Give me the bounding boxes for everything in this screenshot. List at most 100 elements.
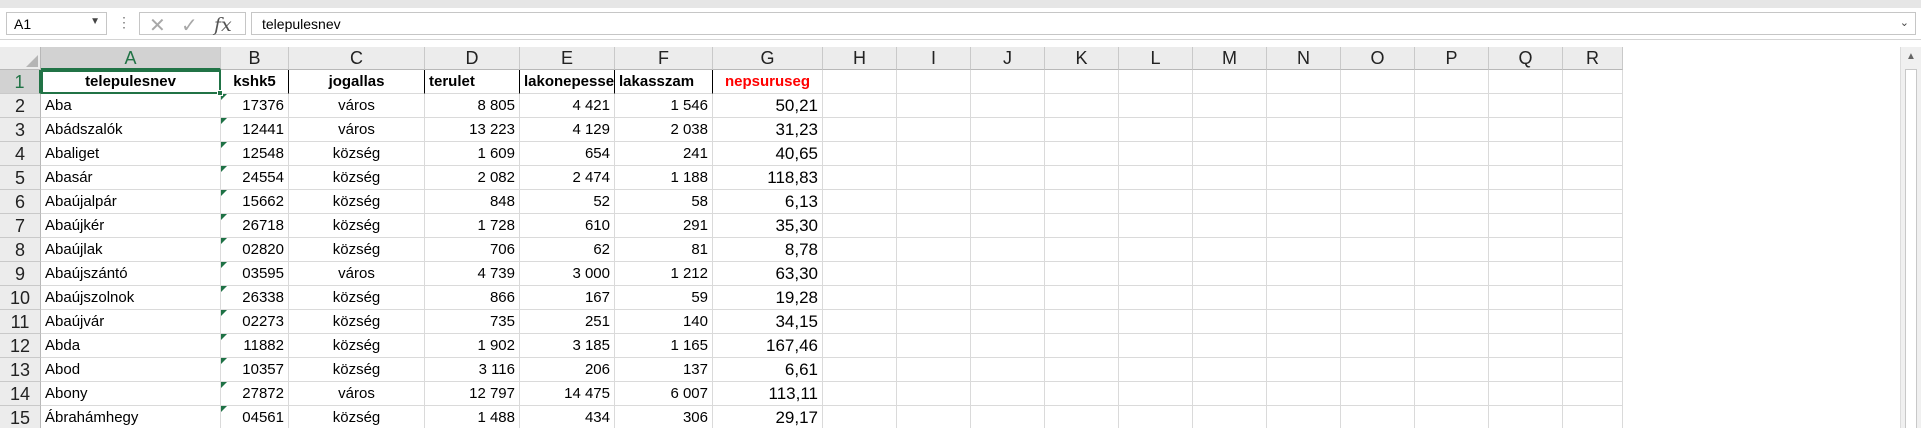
cell-o14[interactable] [1341, 382, 1415, 406]
fill-handle[interactable] [217, 90, 223, 96]
cell-h10[interactable] [823, 286, 897, 310]
row-header-12[interactable]: 12 [0, 334, 41, 358]
cell-i5[interactable] [897, 166, 971, 190]
cell-b6[interactable]: 15662 [221, 190, 289, 214]
cell-k6[interactable] [1045, 190, 1119, 214]
name-box[interactable]: A1 ▼ [6, 12, 107, 35]
cell-e14[interactable]: 14 475 [520, 382, 615, 406]
cell-a1[interactable]: telepulesnev [41, 70, 221, 94]
cell-b14[interactable]: 27872 [221, 382, 289, 406]
cell-e10[interactable]: 167 [520, 286, 615, 310]
cell-h7[interactable] [823, 214, 897, 238]
cell-h3[interactable] [823, 118, 897, 142]
cell-n15[interactable] [1267, 406, 1341, 428]
column-header-l[interactable]: L [1119, 47, 1193, 70]
cell-k3[interactable] [1045, 118, 1119, 142]
cell-i8[interactable] [897, 238, 971, 262]
cell-d7[interactable]: 1 728 [425, 214, 520, 238]
scroll-up-arrow-icon[interactable]: ▲ [1906, 51, 1916, 62]
cell-b12[interactable]: 11882 [221, 334, 289, 358]
column-header-m[interactable]: M [1193, 47, 1267, 70]
cell-p3[interactable] [1415, 118, 1489, 142]
cell-d15[interactable]: 1 488 [425, 406, 520, 428]
cell-l5[interactable] [1119, 166, 1193, 190]
cell-r9[interactable] [1563, 262, 1623, 286]
cell-m5[interactable] [1193, 166, 1267, 190]
cell-l14[interactable] [1119, 382, 1193, 406]
cell-e3[interactable]: 4 129 [520, 118, 615, 142]
cell-f14[interactable]: 6 007 [615, 382, 713, 406]
cell-a4[interactable]: Abaliget [41, 142, 221, 166]
cell-a3[interactable]: Abádszalók [41, 118, 221, 142]
cell-r3[interactable] [1563, 118, 1623, 142]
cell-m4[interactable] [1193, 142, 1267, 166]
cell-h11[interactable] [823, 310, 897, 334]
cell-g10[interactable]: 19,28 [713, 286, 823, 310]
cell-h5[interactable] [823, 166, 897, 190]
cell-h14[interactable] [823, 382, 897, 406]
row-header-2[interactable]: 2 [0, 94, 41, 118]
cell-m15[interactable] [1193, 406, 1267, 428]
column-header-d[interactable]: D [425, 47, 520, 70]
cell-n3[interactable] [1267, 118, 1341, 142]
cell-m1[interactable] [1193, 70, 1267, 94]
cell-c1[interactable]: jogallas [289, 70, 425, 94]
cell-q6[interactable] [1489, 190, 1563, 214]
cell-c7[interactable]: község [289, 214, 425, 238]
text-number-warning-icon[interactable] [221, 238, 227, 244]
cell-n10[interactable] [1267, 286, 1341, 310]
cell-a14[interactable]: Abony [41, 382, 221, 406]
cell-i15[interactable] [897, 406, 971, 428]
cell-f5[interactable]: 1 188 [615, 166, 713, 190]
cell-d11[interactable]: 735 [425, 310, 520, 334]
cell-n9[interactable] [1267, 262, 1341, 286]
cell-o6[interactable] [1341, 190, 1415, 214]
row-header-15[interactable]: 15 [0, 406, 41, 428]
cell-q14[interactable] [1489, 382, 1563, 406]
cell-r10[interactable] [1563, 286, 1623, 310]
cell-e2[interactable]: 4 421 [520, 94, 615, 118]
cell-a7[interactable]: Abaújkér [41, 214, 221, 238]
cell-a11[interactable]: Abaújvár [41, 310, 221, 334]
text-number-warning-icon[interactable] [221, 118, 227, 124]
cell-m9[interactable] [1193, 262, 1267, 286]
cell-l12[interactable] [1119, 334, 1193, 358]
cell-q8[interactable] [1489, 238, 1563, 262]
cell-f6[interactable]: 58 [615, 190, 713, 214]
cell-g2[interactable]: 50,21 [713, 94, 823, 118]
cell-c13[interactable]: község [289, 358, 425, 382]
cell-q11[interactable] [1489, 310, 1563, 334]
cell-g9[interactable]: 63,30 [713, 262, 823, 286]
cell-d9[interactable]: 4 739 [425, 262, 520, 286]
cell-b2[interactable]: 17376 [221, 94, 289, 118]
cell-k11[interactable] [1045, 310, 1119, 334]
cell-a6[interactable]: Abaújalpár [41, 190, 221, 214]
row-header-1[interactable]: 1 [0, 70, 41, 94]
row-header-4[interactable]: 4 [0, 142, 41, 166]
cell-o10[interactable] [1341, 286, 1415, 310]
formula-input[interactable]: telepulesnev ⌄ [251, 12, 1916, 35]
cell-q9[interactable] [1489, 262, 1563, 286]
cell-r1[interactable] [1563, 70, 1623, 94]
cell-n7[interactable] [1267, 214, 1341, 238]
cell-p15[interactable] [1415, 406, 1489, 428]
cell-q15[interactable] [1489, 406, 1563, 428]
cell-b3[interactable]: 12441 [221, 118, 289, 142]
cell-i4[interactable] [897, 142, 971, 166]
cell-e6[interactable]: 52 [520, 190, 615, 214]
cell-r12[interactable] [1563, 334, 1623, 358]
text-number-warning-icon[interactable] [221, 406, 227, 412]
cell-f3[interactable]: 2 038 [615, 118, 713, 142]
text-number-warning-icon[interactable] [221, 166, 227, 172]
cell-p1[interactable] [1415, 70, 1489, 94]
cell-d2[interactable]: 8 805 [425, 94, 520, 118]
cell-g6[interactable]: 6,13 [713, 190, 823, 214]
cell-r15[interactable] [1563, 406, 1623, 428]
cell-j8[interactable] [971, 238, 1045, 262]
cell-r5[interactable] [1563, 166, 1623, 190]
cell-k12[interactable] [1045, 334, 1119, 358]
cell-e1[interactable]: lakonepesseg [520, 70, 615, 94]
cell-g15[interactable]: 29,17 [713, 406, 823, 428]
text-number-warning-icon[interactable] [221, 310, 227, 316]
cell-a13[interactable]: Abod [41, 358, 221, 382]
